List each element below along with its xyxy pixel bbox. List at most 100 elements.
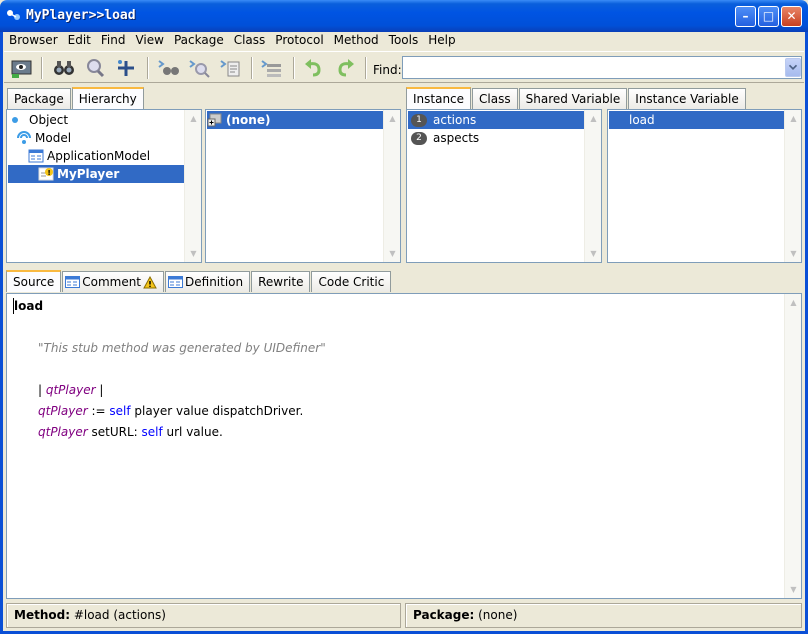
tab-rewrite[interactable]: Rewrite <box>251 271 311 292</box>
menu-browser[interactable]: Browser <box>4 32 63 50</box>
method-list[interactable]: load ▲ ▼ <box>607 109 802 263</box>
tab-instance-variable-label: Instance Variable <box>635 91 739 106</box>
code-line-1: qtPlayer := self player value dispatchDr… <box>38 404 304 418</box>
senders-button[interactable] <box>156 56 182 80</box>
tab-comment[interactable]: Comment <box>62 271 165 292</box>
code-line-2: qtPlayer setURL: self url value. <box>38 425 223 439</box>
category-icon <box>207 113 222 127</box>
right-tab-strip: Instance Class Shared Variable Instance … <box>406 87 747 109</box>
hierarchy-icon <box>261 60 281 77</box>
redo-arrow-icon <box>338 59 354 77</box>
window-title: MyPlayer>>load <box>26 8 136 23</box>
tab-hierarchy-label: Hierarchy <box>78 91 137 106</box>
menu-method[interactable]: Method <box>329 32 384 50</box>
list-item[interactable]: Object <box>10 111 182 129</box>
status-method: Method: #load (actions) <box>6 603 401 628</box>
menu-protocol[interactable]: Protocol <box>270 32 328 50</box>
menu-view[interactable]: View <box>130 32 168 50</box>
protocol-list[interactable]: 1 actions 2 aspects ▲ ▼ <box>406 109 602 263</box>
category-list[interactable]: (none) ▲ ▼ <box>205 109 401 263</box>
plus-icon <box>118 60 134 76</box>
tab-class[interactable]: Class <box>472 88 518 109</box>
tab-rewrite-label: Rewrite <box>258 274 304 289</box>
source-editor[interactable]: load "This stub method was generated by … <box>6 293 802 599</box>
list-item-label: Object <box>29 113 69 127</box>
method-selector: load <box>14 299 44 313</box>
back-button[interactable] <box>301 56 327 80</box>
find-dropdown-button[interactable] <box>785 58 801 77</box>
references-icon <box>220 60 240 77</box>
list-item[interactable]: ! MyPlayer <box>8 165 185 183</box>
magnifier-icon <box>87 59 105 78</box>
method-scrollbar[interactable]: ▲ ▼ <box>784 110 801 262</box>
list-item[interactable]: Model <box>16 129 182 147</box>
list-item-label: aspects <box>433 131 480 145</box>
browse-button[interactable] <box>9 56 35 80</box>
list-item-label: (none) <box>226 113 271 127</box>
hierarchy-scrollbar[interactable]: ▲ ▼ <box>184 110 201 262</box>
tab-code-critic[interactable]: Code Critic <box>311 271 392 292</box>
find-button[interactable] <box>51 56 77 80</box>
hierarchy-button[interactable] <box>259 56 285 80</box>
chevron-down-icon <box>788 64 798 71</box>
tab-package[interactable]: Package <box>7 88 71 109</box>
menu-package[interactable]: Package <box>169 32 229 50</box>
list-item-label: MyPlayer <box>57 167 120 181</box>
list-item-label: actions <box>433 113 477 127</box>
status-package-value: (none) <box>474 608 518 622</box>
method-comment: "This stub method was generated by UIDef… <box>38 341 326 355</box>
list-item[interactable]: load <box>609 111 785 129</box>
close-button[interactable]: ✕ <box>781 6 802 27</box>
definition-tab-icon <box>168 276 184 288</box>
toolbar: Find: <box>4 51 804 83</box>
myplayer-icon: ! <box>38 167 54 181</box>
temporaries-line: | qtPlayer | <box>38 383 104 397</box>
tab-package-label: Package <box>14 91 64 106</box>
find-input[interactable] <box>402 56 802 79</box>
minimize-button[interactable]: – <box>735 6 756 27</box>
tab-definition-label: Definition <box>185 274 244 289</box>
browse-icon <box>11 60 32 78</box>
status-method-value: #load (actions) <box>70 608 166 622</box>
menu-find[interactable]: Find <box>96 32 131 50</box>
maximize-icon: □ <box>762 9 775 23</box>
menu-bar: Browser Edit Find View Package Class Pro… <box>4 32 461 50</box>
list-item[interactable]: 1 actions <box>408 111 585 129</box>
list-item-label: load <box>629 113 655 127</box>
menu-help[interactable]: Help <box>423 32 460 50</box>
menu-tools[interactable]: Tools <box>384 32 424 50</box>
model-icon <box>17 131 31 144</box>
binoculars-icon <box>54 61 74 75</box>
source-scrollbar[interactable]: ▲ ▼ <box>784 294 801 598</box>
warning-icon <box>143 275 157 288</box>
implementors-icon <box>189 60 210 78</box>
tab-hierarchy[interactable]: Hierarchy <box>71 87 144 109</box>
class-hierarchy-list[interactable]: Object Model ApplicationModel ! MyPlayer… <box>6 109 202 263</box>
forward-button[interactable] <box>332 56 358 80</box>
find-label: Find: <box>373 63 402 77</box>
tab-source[interactable]: Source <box>6 270 62 292</box>
list-item[interactable]: 2 aspects <box>408 129 585 147</box>
senders-icon <box>158 60 179 75</box>
protocol-number-badge: 2 <box>411 131 427 145</box>
tab-shared-variable-label: Shared Variable <box>525 91 621 106</box>
list-item[interactable]: ApplicationModel <box>28 147 182 165</box>
minimize-icon: – <box>742 9 749 23</box>
category-scrollbar[interactable]: ▲ ▼ <box>383 110 400 262</box>
title-bar: MyPlayer>>load – □ ✕ <box>0 0 808 32</box>
list-item[interactable]: (none) <box>207 111 384 129</box>
references-button[interactable] <box>218 56 244 80</box>
find-references-button[interactable] <box>82 56 108 80</box>
tab-definition[interactable]: Definition <box>165 271 251 292</box>
protocol-scrollbar[interactable]: ▲ ▼ <box>584 110 601 262</box>
tab-instance[interactable]: Instance <box>406 87 472 109</box>
add-button[interactable] <box>113 56 139 80</box>
maximize-button[interactable]: □ <box>758 6 779 27</box>
list-item-label: Model <box>35 131 72 145</box>
status-package: Package: (none) <box>405 603 802 628</box>
tab-instance-variable[interactable]: Instance Variable <box>628 88 746 109</box>
implementors-button[interactable] <box>187 56 213 80</box>
tab-shared-variable[interactable]: Shared Variable <box>518 88 628 109</box>
menu-class[interactable]: Class <box>229 32 271 50</box>
menu-edit[interactable]: Edit <box>63 32 96 50</box>
